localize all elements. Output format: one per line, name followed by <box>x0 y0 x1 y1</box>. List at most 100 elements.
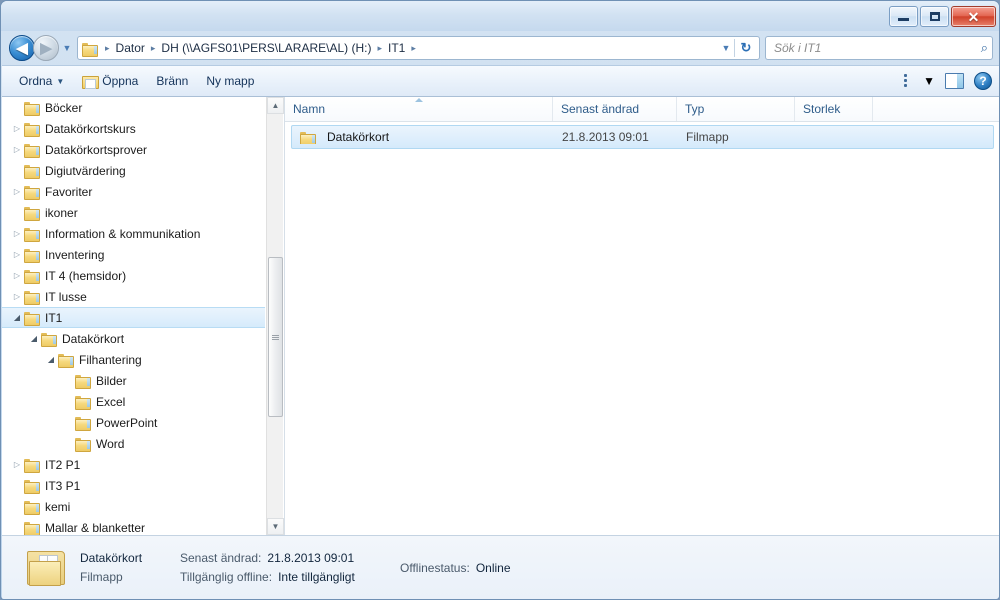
tree-scrollbar[interactable]: ▲ ▼ <box>266 97 284 535</box>
scroll-down-button[interactable]: ▼ <box>267 518 284 535</box>
tree-item[interactable]: Digiutvärdering <box>2 160 265 181</box>
address-dropdown-button[interactable]: ▼ <box>718 43 734 53</box>
search-input[interactable]: Sök i IT1 <box>774 41 981 55</box>
folder-icon <box>24 521 40 535</box>
tree-item[interactable]: ▷ Information & kommunikation <box>2 223 265 244</box>
tree-item[interactable]: Bilder <box>2 370 265 391</box>
collapsed-arrow-icon[interactable]: ▷ <box>10 460 24 469</box>
column-header-label: Typ <box>685 102 705 116</box>
tree-item[interactable]: ▷ Favoriter <box>2 181 265 202</box>
tree-item-label: IT1 <box>45 310 63 325</box>
tree-item[interactable]: kemi <box>2 496 265 517</box>
burn-button[interactable]: Bränn <box>147 70 197 92</box>
expanded-arrow-icon[interactable]: ◢ <box>10 313 24 322</box>
collapsed-arrow-icon[interactable]: ▷ <box>10 292 24 301</box>
navigation-pane: Böcker ▷ Datakörkortskurs ▷ Datakörkortsprov… <box>2 97 285 535</box>
details-modified-row: Senast ändrad: 21.8.2013 09:01 <box>180 551 400 565</box>
back-button[interactable]: ◀ <box>9 35 35 61</box>
organize-button[interactable]: Ordna ▼ <box>10 70 73 92</box>
folder-icon <box>75 437 91 452</box>
minimize-button[interactable] <box>889 6 918 27</box>
window-controls: ✕ <box>889 6 996 27</box>
scroll-up-button[interactable]: ▲ <box>267 97 284 114</box>
tree-item[interactable]: ▷ IT2 P1 <box>2 454 265 475</box>
forward-button[interactable]: ▶ <box>33 35 59 61</box>
address-bar[interactable]: ▸ Dator ▸ DH (\\AGFS01\PERS\LARARE\AL) (… <box>77 36 760 60</box>
tree-item[interactable]: PowerPoint <box>2 412 265 433</box>
folder-icon <box>75 395 91 410</box>
collapsed-arrow-icon[interactable]: ▷ <box>10 187 24 196</box>
table-row[interactable]: Datakörkort 21.8.2013 09:01 Filmapp <box>291 125 994 149</box>
tree-item[interactable]: ▷ Datakörkortsprover <box>2 139 265 160</box>
folder-icon <box>24 458 40 473</box>
details-offline-status-label: Offlinestatus: <box>400 560 470 575</box>
new-folder-button[interactable]: Ny mapp <box>197 70 263 92</box>
column-header-label: Namn <box>293 102 326 116</box>
file-list-pane: Namn Senast ändrad Typ Storlek Datakörkort 2… <box>285 97 999 535</box>
open-button[interactable]: Öppna <box>73 70 147 92</box>
collapsed-arrow-icon[interactable]: ▷ <box>10 145 24 154</box>
collapsed-arrow-icon[interactable]: ▷ <box>10 271 24 280</box>
folder-icon <box>24 248 40 263</box>
collapsed-arrow-icon[interactable]: ▷ <box>10 124 24 133</box>
close-button[interactable]: ✕ <box>951 6 996 27</box>
tree-item[interactable]: ◢ Filhantering <box>2 349 265 370</box>
view-dropdown-button[interactable]: ▼ <box>923 74 935 88</box>
breadcrumb-item-computer[interactable]: Dator <box>112 39 149 57</box>
tree-item[interactable]: ▷ Inventering <box>2 244 265 265</box>
breadcrumb: ▸ Dator ▸ DH (\\AGFS01\PERS\LARARE\AL) (… <box>82 39 718 57</box>
maximize-button[interactable] <box>920 6 949 27</box>
column-header[interactable]: Typ <box>677 97 795 121</box>
breadcrumb-separator: ▸ <box>377 42 382 53</box>
tree-item-label: IT3 P1 <box>45 478 81 493</box>
tree-item-label: PowerPoint <box>96 415 158 430</box>
open-folder-icon <box>82 74 100 89</box>
tree-item-label: Mallar & blanketter <box>45 520 146 535</box>
column-header[interactable]: Namn <box>285 97 553 121</box>
explorer-window: ✕ ◀ ▶ ▼ ▸ Dator ▸ DH (\\AGFS01\PERS\LARA… <box>0 0 1000 600</box>
folder-icon <box>24 101 40 116</box>
expanded-arrow-icon[interactable]: ◢ <box>44 355 58 364</box>
column-header[interactable]: Senast ändrad <box>553 97 677 121</box>
search-box[interactable]: Sök i IT1 ⌕ <box>765 36 993 60</box>
tree-item[interactable]: ikoner <box>2 202 265 223</box>
column-header[interactable]: Storlek <box>795 97 873 121</box>
chevron-down-icon: ▼ <box>721 43 731 53</box>
tree-item[interactable]: Excel <box>2 391 265 412</box>
grip-icon <box>272 334 279 341</box>
tree-item[interactable]: Böcker <box>2 97 265 118</box>
expanded-arrow-icon[interactable]: ◢ <box>27 334 41 343</box>
refresh-icon: ↻ <box>740 40 752 55</box>
tree-item[interactable]: IT3 P1 <box>2 475 265 496</box>
recent-locations-button[interactable]: ▼ <box>59 43 75 53</box>
tree-item[interactable]: ▷ IT lusse <box>2 286 265 307</box>
help-icon[interactable]: ? <box>974 72 992 90</box>
details-modified-value: 21.8.2013 09:01 <box>267 551 355 565</box>
preview-pane-icon[interactable] <box>945 73 964 89</box>
tree-item-label: ikoner <box>45 205 78 220</box>
tree-item[interactable]: ▷ Datakörkortskurs <box>2 118 265 139</box>
tree-item[interactable]: Mallar & blanketter <box>2 517 265 535</box>
details-name-column: Datakörkort Filmapp <box>80 551 180 584</box>
breadcrumb-item-drive[interactable]: DH (\\AGFS01\PERS\LARARE\AL) (H:) <box>157 39 375 57</box>
folder-tree: Böcker ▷ Datakörkortskurs ▷ Datakörkortsprov… <box>2 97 265 535</box>
title-bar: ✕ <box>1 1 999 31</box>
folder-icon <box>24 500 40 515</box>
folder-icon <box>24 185 40 200</box>
tree-item[interactable]: ◢ Datakörkort <box>2 328 265 349</box>
column-headers: Namn Senast ändrad Typ Storlek <box>285 97 999 122</box>
folder-icon <box>24 290 40 305</box>
tree-item[interactable]: ◢ IT1 <box>2 307 265 328</box>
collapsed-arrow-icon[interactable]: ▷ <box>10 250 24 259</box>
refresh-button[interactable]: ↻ <box>735 40 757 56</box>
breadcrumb-item-it1[interactable]: IT1 <box>384 39 409 57</box>
change-view-icon[interactable] <box>903 73 921 89</box>
column-header-label: Storlek <box>803 102 841 116</box>
tree-item[interactable]: ▷ IT 4 (hemsidor) <box>2 265 265 286</box>
new-folder-label: Ny mapp <box>206 74 255 88</box>
tree-item[interactable]: Word <box>2 433 265 454</box>
command-bar: Ordna ▼ Öppna Bränn Ny mapp ▼ ? <box>2 65 999 97</box>
scrollbar-thumb[interactable] <box>268 257 283 417</box>
breadcrumb-separator: ▸ <box>105 42 110 53</box>
collapsed-arrow-icon[interactable]: ▷ <box>10 229 24 238</box>
